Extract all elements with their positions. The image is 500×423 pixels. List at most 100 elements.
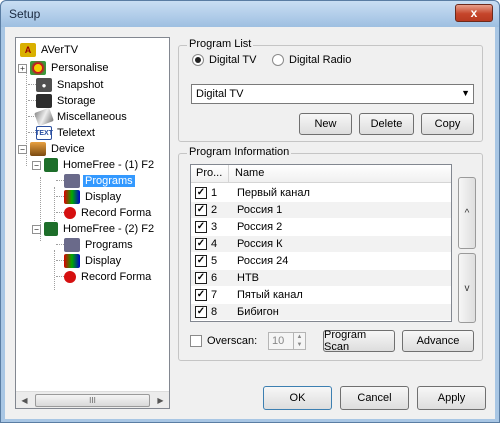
move-up-button[interactable]: ^ — [458, 177, 476, 249]
row-name: Россия 1 — [237, 204, 283, 216]
radio-unselected-icon — [272, 54, 284, 66]
dropdown-arrow-icon[interactable]: ▼ — [461, 88, 470, 98]
row-checkbox[interactable]: ✓ — [195, 289, 207, 301]
tree-device-1-display[interactable]: Display — [64, 189, 123, 205]
expand-icon[interactable]: + — [18, 63, 27, 73]
tree-root[interactable]: A AVerTV — [20, 42, 80, 58]
tree-item-storage[interactable]: Storage — [36, 93, 98, 109]
device-icon — [30, 142, 46, 156]
tree-device-1-programs[interactable]: Programs — [64, 173, 135, 189]
scroll-thumb[interactable]: III — [35, 393, 150, 407]
table-row[interactable]: ✓ 2 Россия 1 — [191, 202, 451, 218]
tree-device-2-display[interactable]: Display — [64, 253, 123, 269]
setup-window: Setup x A AVerTV + Personalise ● Snapsho… — [0, 0, 500, 423]
delete-button[interactable]: Delete — [359, 113, 414, 135]
collapse-icon[interactable]: − — [32, 160, 41, 170]
tree-device-2-record-format[interactable]: Record Forma — [64, 269, 153, 285]
radio-digital-radio[interactable]: Digital Radio — [272, 54, 351, 66]
program-list-select-value: Digital TV — [196, 88, 244, 100]
table-row[interactable]: ✓ 4 Россия К — [191, 236, 451, 252]
row-checkbox[interactable]: ✓ — [195, 204, 207, 216]
tree-device-label: HomeFree - (2) F2 — [63, 223, 155, 235]
row-checkbox[interactable]: ✓ — [195, 255, 207, 267]
row-checkbox[interactable]: ✓ — [195, 221, 207, 233]
column-header-name[interactable]: Name — [235, 167, 264, 179]
tree-device-label: HomeFree - (1) F2 — [63, 159, 155, 171]
tree-item-miscellaneous[interactable]: Miscellaneous — [34, 107, 129, 127]
camera-icon: ● — [36, 78, 52, 92]
record-icon — [64, 207, 76, 219]
table-row[interactable]: ✓ 7 Пятый канал — [191, 287, 451, 303]
programs-icon — [64, 174, 80, 188]
tree-device-1-record-format[interactable]: Record Forma — [64, 205, 153, 221]
table-row[interactable]: ✓ 5 Россия 24 — [191, 253, 451, 269]
tree-item-snapshot[interactable]: ● Snapshot — [36, 77, 105, 93]
row-number: 4 — [211, 238, 218, 250]
cancel-button[interactable]: Cancel — [340, 386, 409, 410]
new-button[interactable]: New — [299, 113, 352, 135]
avertv-logo-icon: A — [20, 43, 36, 57]
row-checkbox[interactable]: ✓ — [195, 272, 207, 284]
table-row[interactable]: ✓ 6 НТВ — [191, 270, 451, 286]
row-number: 1 — [211, 187, 218, 199]
scroll-left-icon[interactable]: ◀ — [16, 392, 33, 409]
window-title: Setup — [9, 7, 41, 21]
advance-button[interactable]: Advance — [402, 330, 474, 352]
tree-item-label: Miscellaneous — [57, 111, 127, 123]
personalise-icon — [30, 61, 46, 75]
checkbox-icon — [190, 335, 202, 347]
row-checkbox[interactable]: ✓ — [195, 306, 207, 318]
misc-icon — [34, 107, 54, 127]
program-table[interactable]: Pro... Name ✓ 1 Первый канал ✓ 2 Россия 1 ✓ 3 Ро… — [190, 164, 452, 322]
copy-button[interactable]: Copy — [421, 113, 474, 135]
program-list-title: Program List — [187, 38, 254, 50]
tree-root-label: AVerTV — [41, 44, 79, 56]
program-scan-button[interactable]: Program Scan — [323, 329, 395, 353]
tree-device-2[interactable]: − HomeFree - (2) F2 — [32, 221, 156, 237]
column-header-program[interactable]: Pro... — [196, 167, 222, 179]
tree-device-2-programs[interactable]: Programs — [64, 237, 135, 253]
table-row[interactable]: ✓ 3 Россия 2 — [191, 219, 451, 235]
radio-digital-radio-label: Digital Radio — [289, 54, 352, 66]
overscan-stepper[interactable]: 10 ▲ ▼ — [268, 332, 306, 350]
close-button[interactable]: x — [455, 4, 493, 22]
storage-icon — [36, 94, 52, 108]
tree-item-personalise[interactable]: + Personalise — [18, 60, 110, 76]
row-number: 8 — [211, 306, 218, 318]
tree-device-1[interactable]: − HomeFree - (1) F2 — [32, 157, 156, 173]
row-checkbox[interactable]: ✓ — [195, 238, 207, 250]
collapse-icon[interactable]: − — [32, 224, 41, 234]
row-number: 7 — [211, 289, 218, 301]
tree-item-label: Programs — [85, 239, 133, 251]
close-icon: x — [470, 6, 478, 20]
table-row[interactable]: ✓ 8 Бибигон — [191, 304, 451, 320]
tree-item-label: Display — [85, 191, 122, 203]
ok-button[interactable]: OK — [263, 386, 332, 410]
tree-item-teletext[interactable]: TEXT Teletext — [35, 125, 97, 141]
title-bar: Setup x — [1, 1, 499, 27]
tree-item-label: Snapshot — [57, 79, 104, 91]
tree-item-device[interactable]: − Device — [18, 141, 87, 157]
row-number: 2 — [211, 204, 218, 216]
row-number: 3 — [211, 221, 218, 233]
program-list-select[interactable]: Digital TV ▼ — [191, 84, 474, 104]
table-row[interactable]: ✓ 1 Первый канал — [191, 185, 451, 201]
tree-item-label: Programs — [83, 175, 135, 187]
row-name: НТВ — [237, 272, 259, 284]
dialog-client: A AVerTV + Personalise ● Snapshot Storag… — [5, 27, 495, 419]
tree-item-label: Record Forma — [81, 271, 152, 283]
tree-horizontal-scrollbar[interactable]: ◀ III ▶ — [16, 391, 169, 408]
apply-button[interactable]: Apply — [417, 386, 486, 410]
tree-item-label: Storage — [57, 95, 96, 107]
row-number: 5 — [211, 255, 218, 267]
radio-selected-icon — [192, 54, 204, 66]
row-checkbox[interactable]: ✓ — [195, 187, 207, 199]
radio-digital-tv-label: Digital TV — [209, 54, 257, 66]
collapse-icon[interactable]: − — [18, 144, 27, 154]
spin-arrows-icon[interactable]: ▲ ▼ — [293, 333, 305, 349]
move-down-button[interactable]: v — [458, 253, 476, 323]
overscan-checkbox[interactable]: Overscan: — [190, 335, 257, 347]
tv-device-icon — [44, 222, 58, 236]
scroll-right-icon[interactable]: ▶ — [152, 392, 169, 409]
radio-digital-tv[interactable]: Digital TV — [192, 54, 256, 66]
